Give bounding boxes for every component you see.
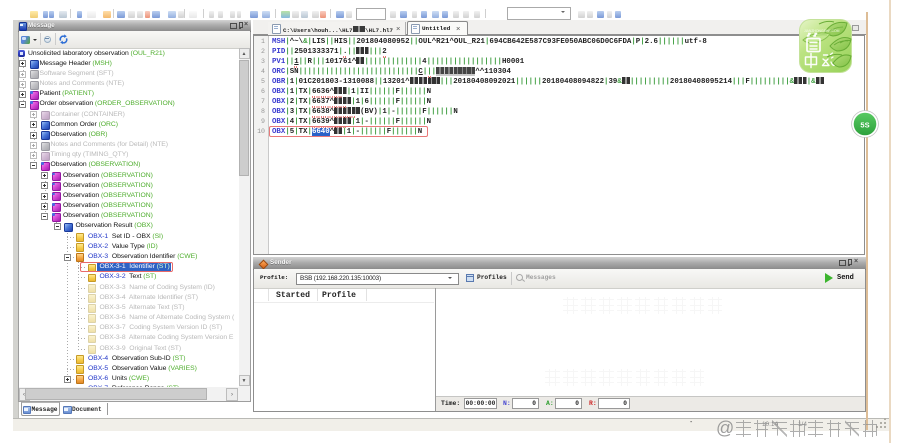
svg-text:5S: 5S <box>860 121 869 130</box>
svg-text:JIANZHONGSHE.COM: JIANZHONGSHE.COM <box>804 29 840 33</box>
